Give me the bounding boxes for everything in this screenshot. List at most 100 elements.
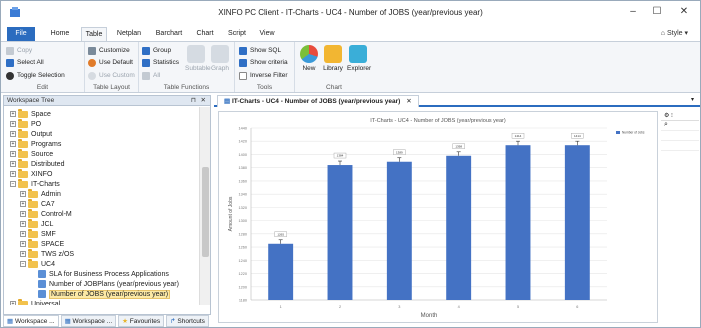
tree-folder[interactable]: + Output — [10, 128, 52, 139]
pane-close-icon[interactable]: ✕ — [201, 96, 206, 106]
expand-icon[interactable]: + — [20, 231, 26, 237]
tree-item[interactable]: SLA for Business Process Applications — [30, 269, 169, 279]
library-button[interactable]: Library — [322, 45, 344, 72]
tree-label: TWS z/OS — [41, 250, 75, 258]
inverse-filter-checkbox[interactable]: Inverse Filter — [239, 70, 288, 81]
expand-icon[interactable]: + — [10, 121, 16, 127]
document-tab[interactable]: ▤ IT-Charts - UC4 - Number of JOBS (year… — [217, 95, 419, 107]
tab-view[interactable]: View — [255, 27, 279, 41]
use-custom-button[interactable]: Use Custom — [88, 70, 135, 81]
y-tick-label: 1360 — [239, 179, 247, 183]
ribbon-group-table-layout: Customize Use Default Use Custom Table L… — [85, 42, 139, 92]
tab-favourites[interactable]: ★ Favourites — [118, 315, 165, 327]
customize-button[interactable]: Customize — [88, 45, 130, 56]
tree-label: SPACE — [41, 240, 65, 248]
style-menu[interactable]: ⌂ Style ▾ — [661, 29, 688, 37]
document-tab-close-icon[interactable]: ✕ — [406, 98, 411, 105]
tree-item[interactable]: Number of JOBS (year/previous year) — [30, 289, 171, 299]
use-default-label: Use Default — [99, 59, 133, 66]
tab-home[interactable]: Home — [47, 27, 73, 41]
expand-icon[interactable]: + — [20, 221, 26, 227]
tab-workspace-2-label: Workspace ... — [72, 318, 113, 325]
tree-scroll-thumb[interactable] — [202, 167, 209, 257]
show-criteria-button[interactable]: Show criteria — [239, 57, 288, 68]
y-tick-label: 1240 — [239, 259, 247, 263]
tree-folder[interactable]: + CA7 — [20, 198, 55, 209]
group-icon — [142, 46, 150, 55]
maximize-button[interactable]: ☐ — [649, 6, 665, 18]
folder-icon — [28, 218, 38, 228]
minimize-button[interactable]: – — [625, 6, 641, 18]
tree-scrollbar[interactable] — [199, 107, 210, 305]
all-label: All — [153, 72, 161, 79]
expand-icon[interactable]: + — [10, 301, 16, 305]
graph-button[interactable]: Graph — [209, 45, 231, 72]
collapse-icon[interactable]: − — [20, 261, 26, 267]
expand-icon[interactable]: + — [20, 191, 26, 197]
tab-table[interactable]: Table — [81, 27, 107, 41]
explorer-button[interactable]: Explorer — [347, 45, 371, 72]
copy-button[interactable]: Copy — [6, 45, 32, 56]
close-button[interactable]: ✕ — [676, 6, 692, 18]
tree-folder[interactable]: + JCL — [20, 218, 54, 229]
tree-folder[interactable]: + Programs — [10, 138, 62, 149]
toggle-icon — [6, 71, 14, 80]
tree-folder[interactable]: + TWS z/OS — [20, 248, 75, 259]
tree-folder[interactable]: − UC4 — [20, 258, 55, 269]
expand-icon[interactable]: + — [20, 201, 26, 207]
subtable-button[interactable]: Subtable — [185, 45, 211, 72]
expand-icon[interactable]: + — [10, 141, 16, 147]
tab-file[interactable]: File — [7, 27, 35, 41]
data-label: 1414 — [515, 134, 522, 138]
tree-folder[interactable]: + PO — [10, 118, 42, 129]
show-sql-button[interactable]: Show SQL — [239, 45, 281, 56]
window-title: XINFO PC Client - IT-Charts - UC4 - Numb… — [218, 8, 483, 17]
tree-folder[interactable]: + Universal — [10, 298, 60, 305]
tree-folder[interactable]: + XINFO — [10, 168, 52, 179]
expand-icon[interactable]: + — [10, 161, 16, 167]
tab-chart[interactable]: Chart — [193, 27, 217, 41]
tree-label: JCL — [41, 220, 54, 228]
group-button[interactable]: Group — [142, 45, 171, 56]
expand-icon[interactable]: + — [10, 151, 16, 157]
pin-icon[interactable]: ⊓ — [191, 96, 196, 106]
tab-workspace-2[interactable]: ▦ Workspace ... — [60, 315, 117, 327]
tree-label: PO — [31, 120, 42, 128]
tree-folder[interactable]: + Control-M — [20, 208, 72, 219]
folder-icon — [28, 248, 38, 258]
tab-barchart[interactable]: Barchart — [153, 27, 185, 41]
tab-script[interactable]: Script — [225, 27, 249, 41]
all-button[interactable]: All — [142, 70, 160, 81]
tree-folder[interactable]: + SMF — [20, 228, 56, 239]
expand-icon[interactable]: + — [10, 171, 16, 177]
chart-doc-icon — [38, 290, 46, 298]
tree-folder[interactable]: + Source — [10, 148, 53, 159]
tree-folder[interactable]: − IT-Charts — [10, 178, 60, 189]
tree-item[interactable]: Number of JOBPlans (year/previous year) — [30, 279, 179, 289]
checkbox-icon — [239, 71, 247, 80]
tab-netplan[interactable]: Netplan — [113, 27, 145, 41]
toggle-selection-button[interactable]: Toggle Selection — [6, 70, 65, 81]
side-grid-search[interactable]: ⌕ — [661, 121, 699, 131]
tree-folder[interactable]: + Distributed — [10, 158, 64, 169]
x-tick-label: 5 — [517, 305, 519, 309]
tab-workspace-1-label: Workspace ... — [14, 318, 55, 325]
tree-label: Programs — [31, 140, 62, 148]
select-all-button[interactable]: Select All — [6, 57, 44, 68]
collapse-icon[interactable]: − — [10, 181, 16, 187]
expand-icon[interactable]: + — [10, 131, 16, 137]
tab-shortcuts[interactable]: ↱ Shortcuts — [166, 315, 209, 327]
expand-icon[interactable]: + — [20, 211, 26, 217]
tab-workspace-1[interactable]: ▦ Workspace ... — [3, 315, 59, 327]
statistics-icon — [142, 58, 150, 67]
expand-icon[interactable]: + — [10, 111, 16, 117]
expand-icon[interactable]: + — [20, 251, 26, 257]
tab-list-dropdown-icon[interactable]: ▾ — [691, 96, 694, 103]
new-chart-button[interactable]: New — [298, 45, 320, 72]
tree-folder[interactable]: + SPACE — [20, 238, 65, 249]
statistics-button[interactable]: Statistics — [142, 57, 179, 68]
tree-folder[interactable]: + Admin — [20, 188, 61, 199]
expand-icon[interactable]: + — [20, 241, 26, 247]
tree-folder[interactable]: + Space — [10, 108, 51, 119]
use-default-button[interactable]: Use Default — [88, 57, 133, 68]
